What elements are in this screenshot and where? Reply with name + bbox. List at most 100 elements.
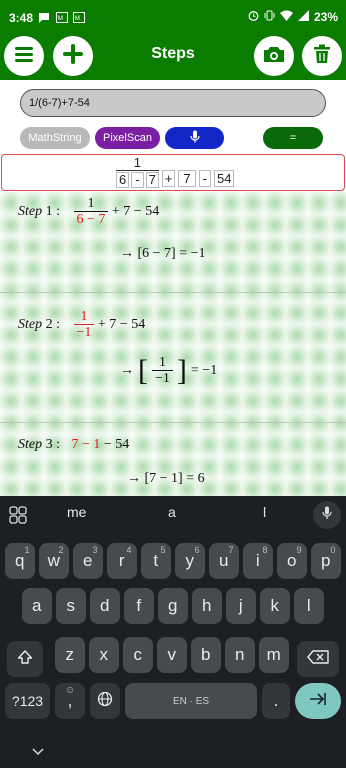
steps-panel[interactable]: Step 1 : 1 6 − 7 + 7 − 54 → [6 − 7] = −1… [0,192,346,496]
signal-icon [297,10,309,24]
page-title: Steps [151,45,195,62]
key-label: t [153,551,159,570]
status-bar: 3:48 Ꮇ Ꮇ 23% [0,0,346,34]
key[interactable]: l [294,588,324,624]
key[interactable]: i8 [243,543,273,579]
key[interactable]: e3 [73,543,103,579]
key[interactable]: v [157,637,187,673]
microphone-icon [322,506,332,525]
step-label: Step [18,317,43,333]
key[interactable]: q1 [5,543,35,579]
key-label: y [185,551,195,570]
key[interactable]: p0 [311,543,341,579]
equals-label: = [289,132,297,144]
key-label: f [136,596,142,615]
arrow-right-icon [309,691,327,711]
space-key[interactable]: EN · ES [125,683,257,719]
key-label: o [287,551,297,570]
display-denominator-a: 6 [116,172,130,188]
equals-button[interactable]: = [263,127,323,149]
step-label: Step [18,204,43,220]
microphone-icon [189,130,200,146]
status-time: 3:48 [9,11,34,25]
app-notification-icon: Ꮇ [73,12,85,26]
key-label: r [118,551,125,570]
suggestion-item[interactable]: l [263,504,266,520]
chat-notification-icon [38,12,50,26]
key[interactable]: z [55,637,85,673]
period-key[interactable]: . [262,683,290,719]
math-display: 1 6 - 7 + 7 - 54 [1,154,345,191]
key[interactable]: b [191,637,221,673]
step-result: → [ 1 −1 ] = −1 [120,353,218,387]
display-denominator-b: 7 [145,172,159,188]
key[interactable]: m [259,637,289,673]
key[interactable]: t5 [141,543,171,579]
pixelscan-label: PixelScan [103,132,152,144]
voice-typing-button[interactable] [313,501,341,529]
backspace-key[interactable] [297,641,339,677]
shift-key[interactable] [7,641,43,677]
step-denominator: 6 − 7 [73,211,109,227]
battery-label: 23% [313,10,338,24]
key-label: i [255,551,260,570]
svg-text:Ꮇ: Ꮇ [58,15,63,22]
key[interactable]: r4 [107,543,137,579]
key-hint: 8 [262,545,268,555]
step-numerator: 1 [80,309,88,324]
step-card: Step 1 : 1 6 − 7 + 7 − 54 → [6 − 7] = −1 [0,192,346,293]
key-label: d [100,596,110,615]
key[interactable]: g [158,588,188,624]
display-minus: - [198,169,211,187]
key-hint: 6 [194,545,200,555]
key-label: x [99,645,109,664]
suggestion-item[interactable]: a [168,504,176,520]
apps-grid-icon[interactable] [9,506,27,529]
key-label: s [66,596,76,615]
key-label: u [219,551,229,570]
key[interactable]: j [226,588,256,624]
key[interactable]: a [22,588,52,624]
wifi-icon [279,10,293,24]
enter-key[interactable] [295,683,341,719]
trash-icon [313,44,331,69]
shift-icon [17,649,33,670]
step-rest: + 7 − 54 [97,317,146,333]
display-numerator: 1 [133,155,142,170]
key-hint: 2 [58,545,64,555]
expression-input[interactable]: 1/(6-7)+7-54 [20,89,326,117]
symbols-key[interactable]: ?123 [5,683,50,719]
key[interactable]: u7 [209,543,239,579]
step-label: Step [18,437,43,452]
camera-button[interactable] [254,36,294,76]
key[interactable]: c [123,637,153,673]
key[interactable]: s [56,588,86,624]
backspace-icon [307,649,329,669]
voice-input-button[interactable] [165,127,224,149]
on-screen-keyboard: me a l q1w2e3r4t5y6u7i8o9p0 asdfghjkl zx… [0,496,346,768]
key[interactable]: o9 [277,543,307,579]
language-key[interactable] [90,683,120,719]
pixelscan-button[interactable]: PixelScan [95,127,160,149]
comma-emoji-key[interactable]: ☺ , [55,683,85,719]
key-hint: 3 [92,545,98,555]
display-seven: 7 [178,169,196,187]
key[interactable]: f [124,588,154,624]
key[interactable]: w2 [39,543,69,579]
key-label: p [321,551,331,570]
mathstring-button[interactable]: MathString [20,127,90,149]
chevron-down-icon[interactable] [32,743,44,761]
key[interactable]: y6 [175,543,205,579]
key[interactable]: d [90,588,120,624]
key[interactable]: h [192,588,222,624]
suggestion-item[interactable]: me [67,504,86,520]
step-result-denominator: −1 [152,370,173,386]
step-result-tail: = −1 [190,362,218,378]
key-label: l [306,596,311,615]
key-hint: 4 [126,545,132,555]
key[interactable]: x [89,637,119,673]
delete-button[interactable] [302,36,342,76]
key[interactable]: k [260,588,290,624]
key[interactable]: n [225,637,255,673]
step-index: 1 [45,204,53,220]
